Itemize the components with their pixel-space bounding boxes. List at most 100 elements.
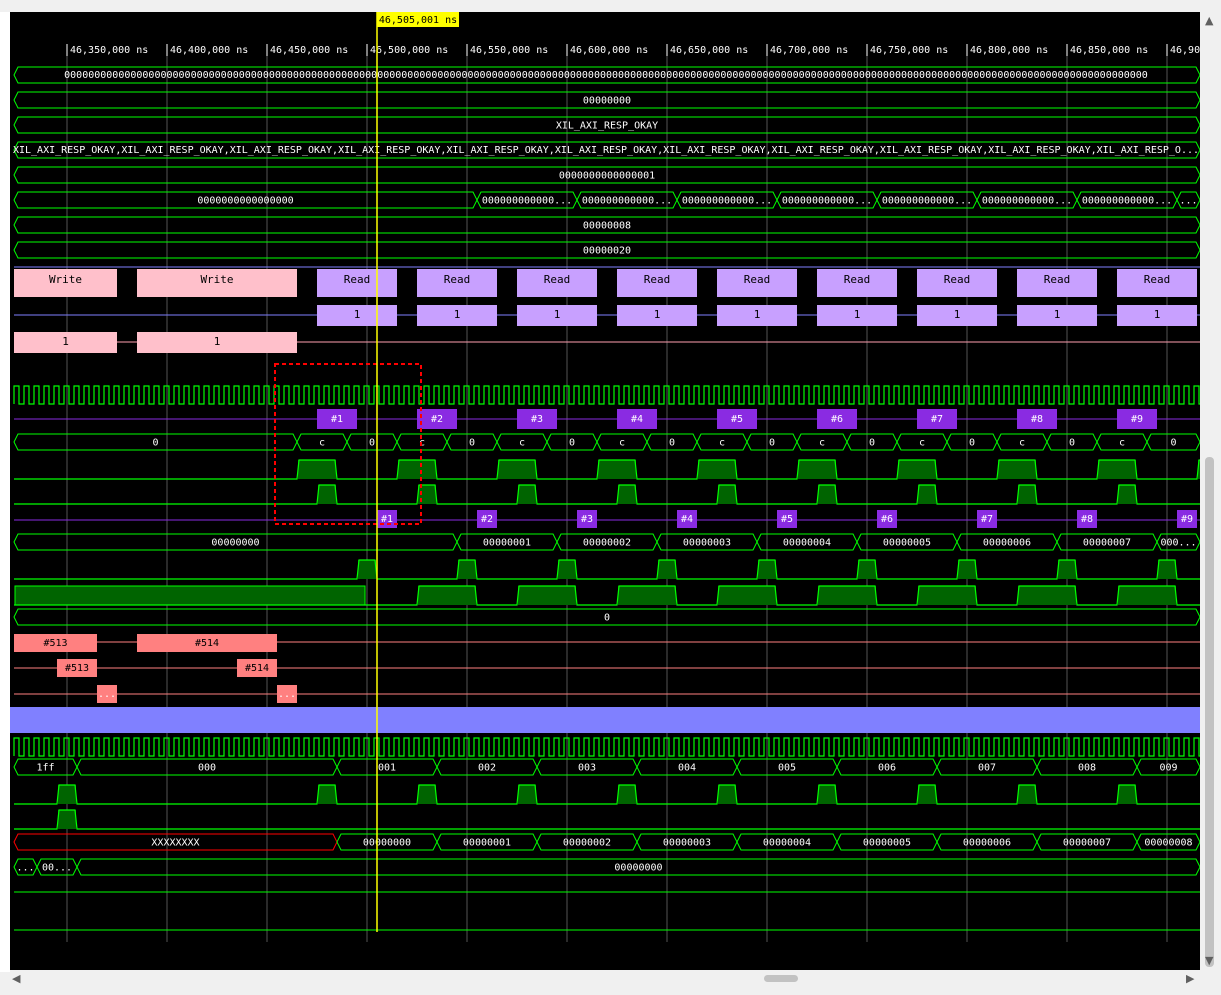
awvalid-wave-fill (518, 785, 536, 804)
scroll-right-icon[interactable]: ▶ (1186, 972, 1194, 985)
wr-id-a-label: #514 (195, 638, 219, 649)
count-value: 00000004 (783, 538, 831, 549)
r-id-label: #9 (1181, 514, 1193, 525)
row7-value: 00000020 (583, 246, 631, 257)
state-value: c (919, 438, 925, 449)
awvalid-wave-fill (318, 785, 336, 804)
row2-value: XIL_AXI_RESP_OKAY (556, 121, 658, 132)
write-len-label: 1 (214, 335, 221, 348)
ready-wave-fill (918, 485, 936, 504)
read-len-label: 1 (354, 308, 361, 321)
read-len-label: 1 (754, 308, 761, 321)
wr-id-c-label: ... (278, 689, 296, 700)
read-txn-label: Read (1044, 273, 1071, 286)
busy-wave-fill (518, 586, 576, 605)
time-tick-label: 46,800,000 ns (970, 45, 1048, 56)
bus-fill-row (10, 707, 1200, 733)
ar-id-label: #4 (631, 414, 643, 425)
r-id-label: #8 (1081, 514, 1093, 525)
read-txn-label: Read (644, 273, 671, 286)
read-len-label: 1 (654, 308, 661, 321)
time-tick-label: 46,550,000 ns (470, 45, 548, 56)
state-value: c (319, 438, 325, 449)
busy-wave-fill (718, 586, 776, 605)
time-tick-label: 46,750,000 ns (870, 45, 948, 56)
busy-wave-fill (618, 586, 676, 605)
vertical-scroll-thumb[interactable] (1205, 457, 1214, 967)
vertical-scrollbar[interactable]: ▲ ▼ (1200, 12, 1221, 972)
read-txn-label: Read (444, 273, 471, 286)
rvalid-wave-fill (358, 560, 376, 579)
ready-wave-fill (518, 485, 536, 504)
state-value: 0 (569, 438, 575, 449)
time-tick-label: 46,900 (1170, 45, 1200, 56)
read-len-label: 1 (854, 308, 861, 321)
addr-value: 004 (678, 763, 696, 774)
waveform-svg[interactable]: 46,350,000 ns 46,400,000 ns 46,450,000 ns 4… (10, 12, 1200, 970)
data-value: 00000002 (563, 838, 611, 849)
data-value: 00000005 (863, 838, 911, 849)
last-value: 00000000 (614, 863, 662, 874)
addr-value: 007 (978, 763, 996, 774)
busy-wave-fill (1118, 586, 1176, 605)
read-len-label: 1 (1054, 308, 1061, 321)
busy-wave-fill (918, 586, 976, 605)
read-len-label: 1 (554, 308, 561, 321)
read-txn-label: Read (944, 273, 971, 286)
wr-id-b-label: #513 (65, 663, 89, 674)
row0-value: 0000000000000000000000000000000000000000… (64, 70, 1148, 81)
data-value: XXXXXXXX (151, 838, 199, 849)
state-value: c (519, 438, 525, 449)
horizontal-scroll-thumb[interactable] (764, 975, 798, 982)
row1-value: 00000000 (583, 96, 631, 107)
row5-value: 000000000000... (782, 196, 872, 207)
valid-wave-fill (998, 460, 1036, 479)
ready-wave-fill (1018, 485, 1036, 504)
waveform-canvas[interactable]: 46,350,000 ns 46,400,000 ns 46,450,000 ns 4… (10, 12, 1200, 970)
addr-value: 008 (1078, 763, 1096, 774)
valid-wave-fill (798, 460, 836, 479)
ar-id-label: #6 (831, 414, 843, 425)
time-tick-label: 46,600,000 ns (570, 45, 648, 56)
awvalid-wave-fill (618, 785, 636, 804)
time-tick-label: 46,650,000 ns (670, 45, 748, 56)
scroll-up-icon[interactable]: ▲ (1205, 14, 1213, 27)
data-value: 00000004 (763, 838, 811, 849)
data-value: 00000001 (463, 838, 511, 849)
state-value: c (819, 438, 825, 449)
scroll-down-icon[interactable]: ▼ (1205, 954, 1213, 967)
wvalid-wave (14, 809, 1200, 830)
scroll-left-icon[interactable]: ◀ (12, 972, 20, 985)
write-len-label: 1 (62, 335, 69, 348)
time-tick-label: 46,850,000 ns (1070, 45, 1148, 56)
time-tick-label: 46,450,000 ns (270, 45, 348, 56)
ready-wave-fill (318, 485, 336, 504)
wr-id-b-label: #514 (245, 663, 269, 674)
row5-value: 000000000000... (882, 196, 972, 207)
awvalid-wave-fill (58, 785, 76, 804)
count-value: 00000003 (683, 538, 731, 549)
row5-value: ... (1179, 196, 1197, 207)
r-id-label: #3 (581, 514, 593, 525)
row5-value: 000000000000... (582, 196, 672, 207)
read-txn-label: Read (1144, 273, 1171, 286)
awvalid-wave-fill (418, 785, 436, 804)
rvalid-wave (14, 559, 1200, 580)
read-txn-label: Read (544, 273, 571, 286)
ar-id-label: #1 (331, 414, 343, 425)
busy-wave-fill (418, 586, 476, 605)
rvalid-wave-fill (658, 560, 676, 579)
valid-wave-fill (298, 460, 336, 479)
count-value: 00000006 (983, 538, 1031, 549)
row5-value: 000000000000... (482, 196, 572, 207)
write-txn-label: Write (49, 273, 82, 286)
wr-id-c-label: ... (98, 689, 116, 700)
state-value: 0 (469, 438, 475, 449)
r-id-label: #2 (481, 514, 493, 525)
horizontal-scrollbar[interactable]: ◀ ▶ (10, 970, 1200, 995)
wvalid-wave-fill (58, 810, 76, 829)
clock-wave (13, 385, 1200, 405)
valid-wave-fill (898, 460, 936, 479)
waveform-window: 46,350,000 ns 46,400,000 ns 46,450,000 ns 4… (0, 0, 1221, 995)
r-id-label: #6 (881, 514, 893, 525)
